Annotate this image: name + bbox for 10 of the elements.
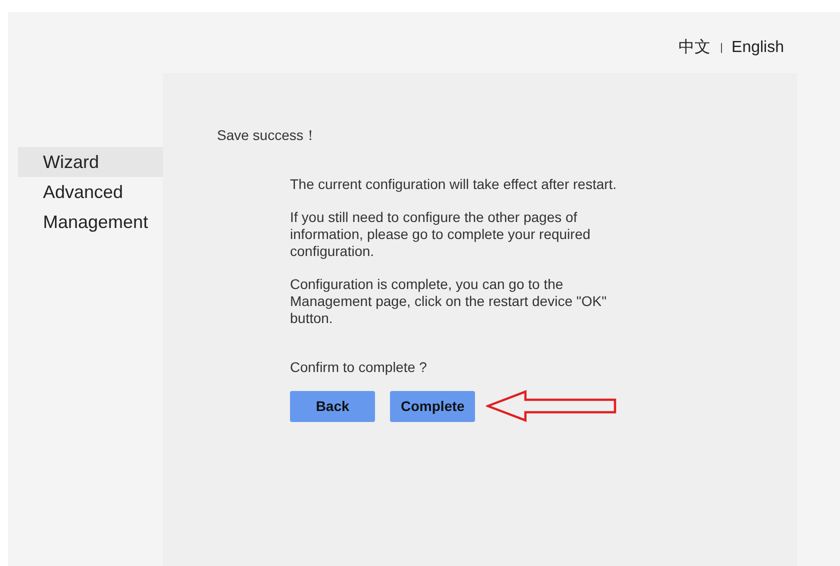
info-text: Configuration is complete, you can go to the Management page, click on the restart device "OK" button. xyxy=(290,276,608,327)
back-button[interactable]: Back xyxy=(290,390,376,422)
sidebar-item[interactable]: Wizard xyxy=(18,147,163,177)
success-message: Save success！ xyxy=(217,126,318,145)
confirm-text: Confirm to complete ? xyxy=(290,358,427,377)
info-text: If you still need to configure the other pages of information, please go to complete your required configuration. xyxy=(290,209,592,260)
info-text: The current configuration will take effect after restart. xyxy=(290,176,617,193)
language-link[interactable]: English xyxy=(732,36,784,60)
complete-button[interactable]: Complete xyxy=(390,390,476,422)
language-link[interactable]: 中文 xyxy=(678,36,711,60)
